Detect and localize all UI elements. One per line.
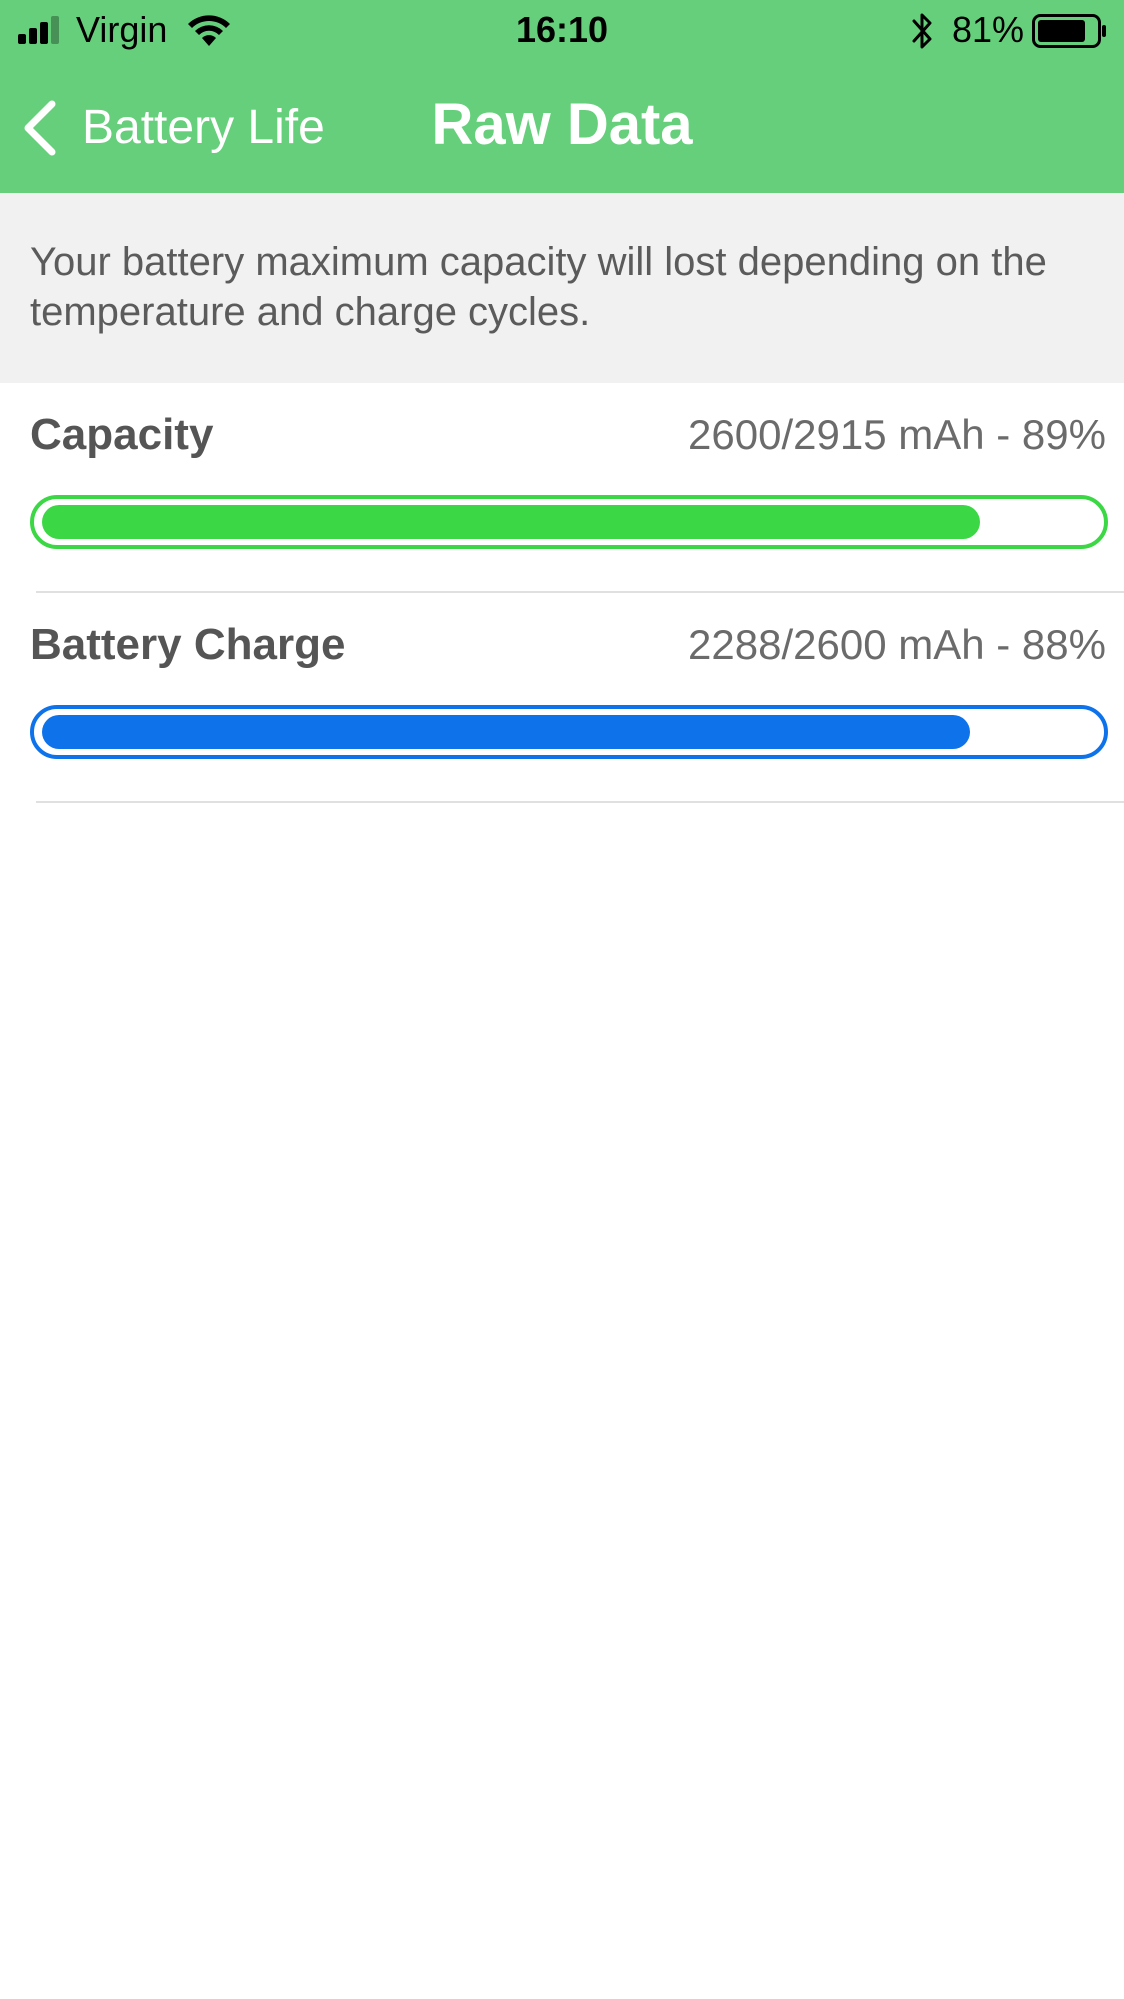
description-text: Your battery maximum capacity will lost … — [30, 240, 1047, 334]
bluetooth-icon — [912, 13, 932, 49]
capacity-progress-bar — [30, 495, 1108, 549]
nav-bar: Battery Life Raw Data — [0, 62, 1124, 193]
description-panel: Your battery maximum capacity will lost … — [0, 193, 1124, 383]
battery-charge-value: 2288/2600 mAh - 88% — [688, 621, 1106, 668]
capacity-value: 2600/2915 mAh - 89% — [688, 411, 1106, 458]
capacity-label: Capacity — [30, 410, 214, 459]
page-title: Raw Data — [431, 92, 693, 157]
battery-charge-label: Battery Charge — [30, 620, 346, 669]
screen: Virgin 16:10 81% Battery Life Raw Data Y… — [0, 0, 1124, 1999]
status-bar: Virgin 16:10 81% — [0, 0, 1124, 62]
battery-charge-progress-bar — [30, 705, 1108, 759]
header: Virgin 16:10 81% Battery Life Raw Data — [0, 0, 1124, 193]
battery-charge-row: Battery Charge 2288/2600 mAh - 88% — [0, 593, 1124, 803]
battery-charge-progress-fill — [42, 715, 970, 749]
capacity-progress-fill — [42, 505, 981, 539]
battery-icon — [1032, 14, 1106, 48]
row-separator — [36, 801, 1124, 803]
capacity-row: Capacity 2600/2915 mAh - 89% — [0, 383, 1124, 593]
battery-percent: 81% — [952, 9, 1025, 50]
